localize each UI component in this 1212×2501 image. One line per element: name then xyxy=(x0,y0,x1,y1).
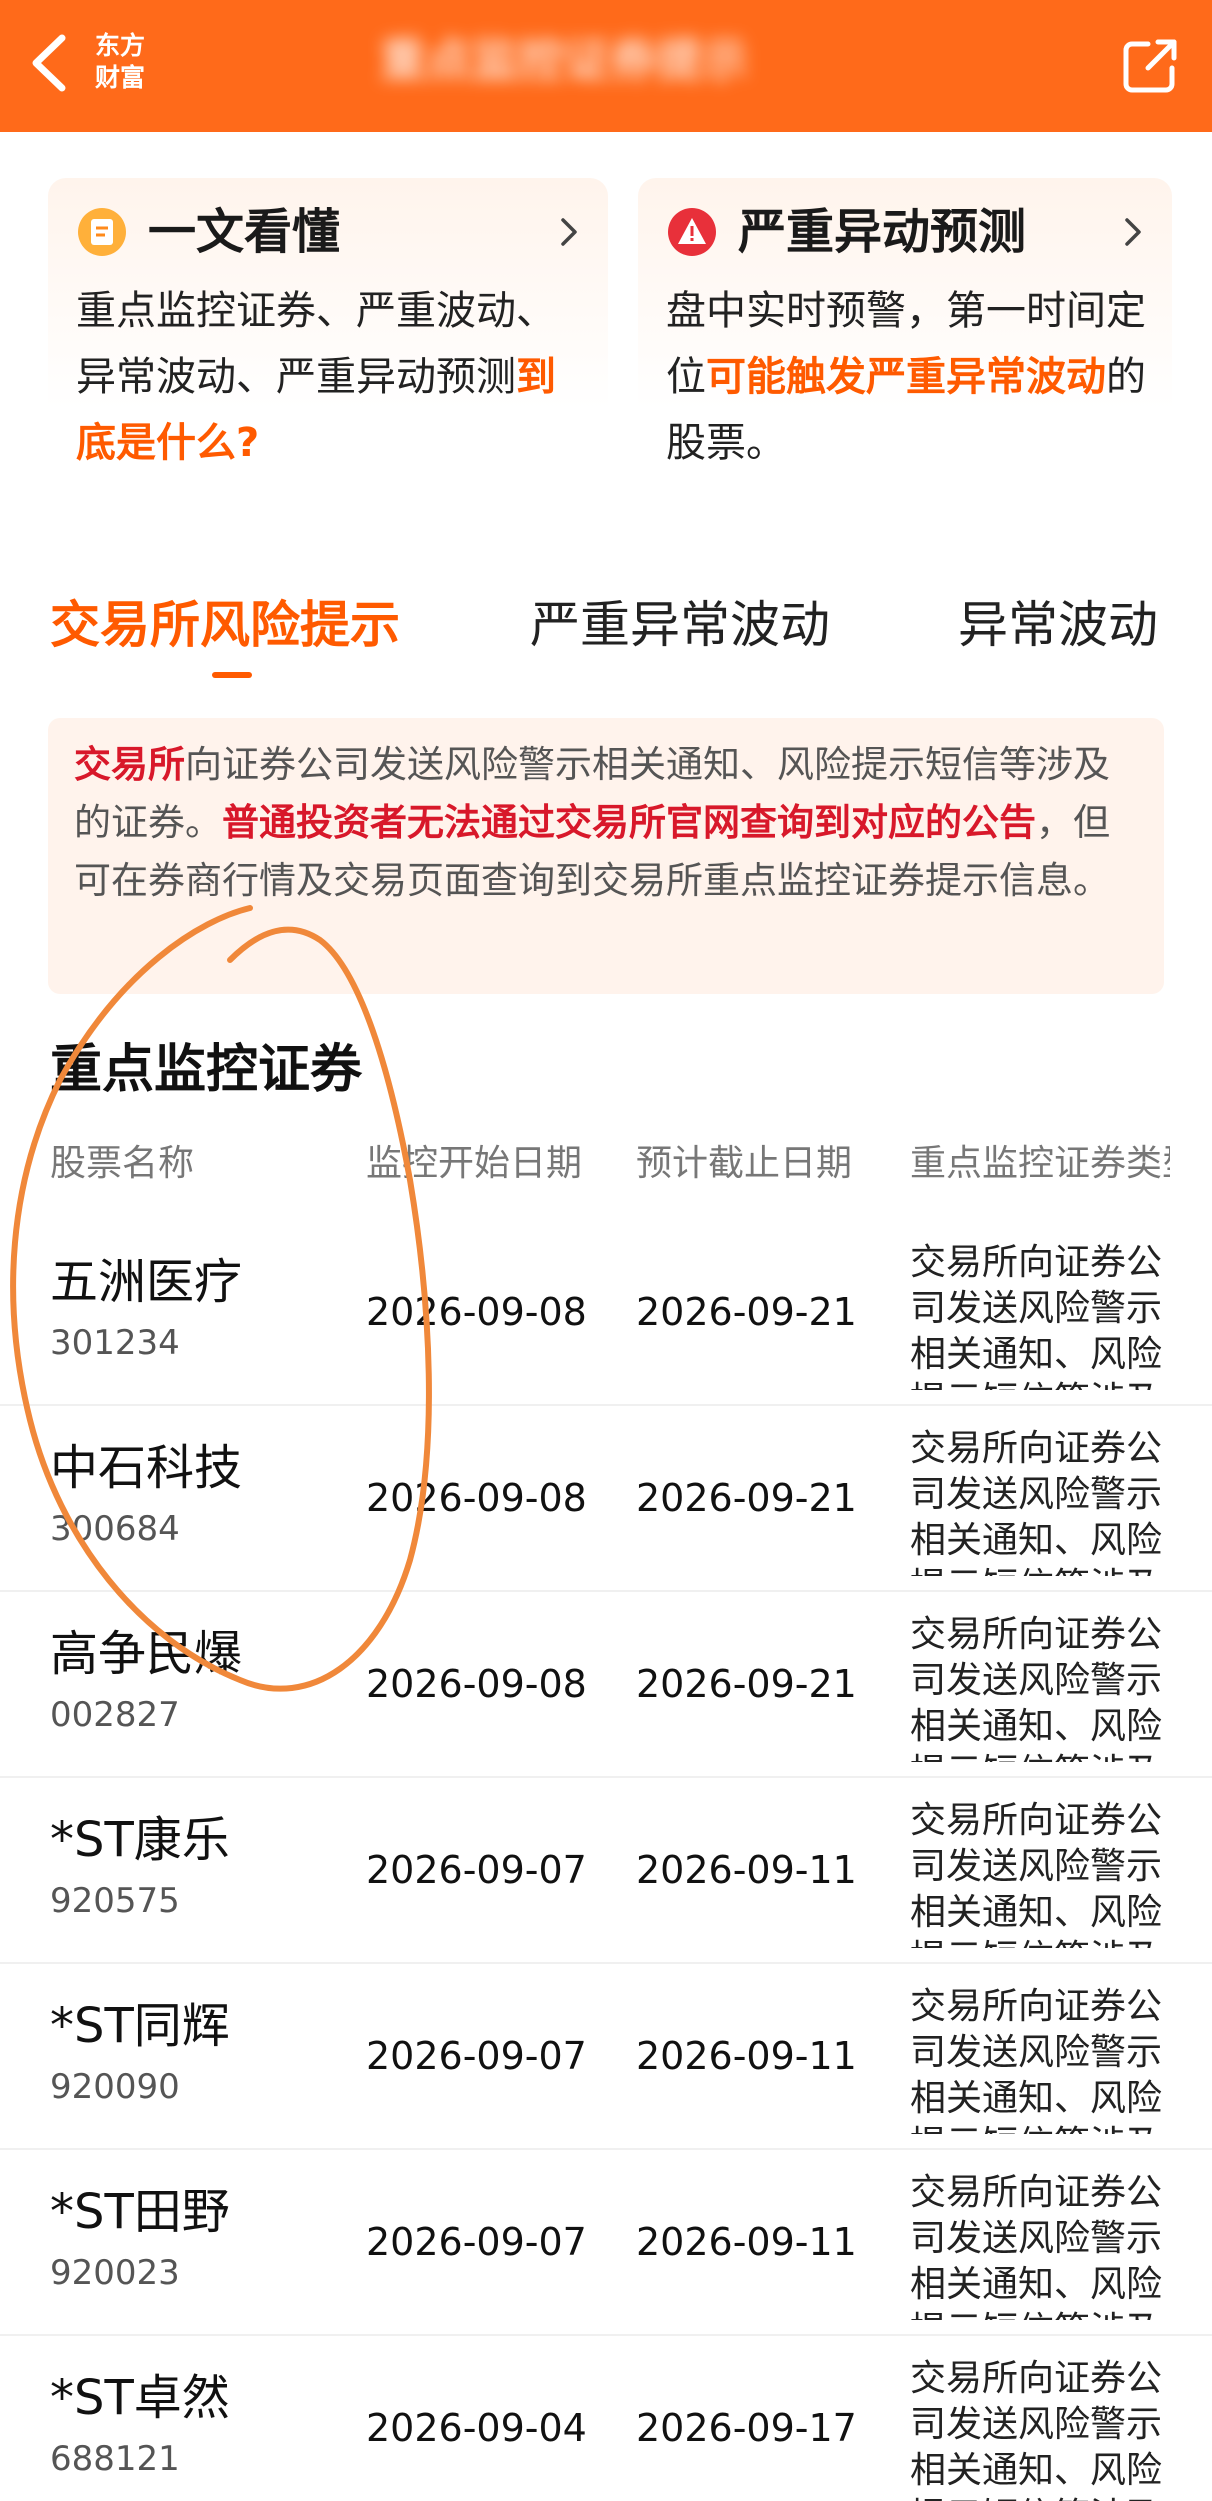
back-button[interactable] xyxy=(22,28,82,98)
end-date: 2026-09-21 xyxy=(636,1290,857,1334)
stock-name: *ST卓然 xyxy=(50,2370,230,2426)
end-date: 2026-09-11 xyxy=(636,1848,857,1892)
stock-code: 002827 xyxy=(50,1695,180,1735)
start-date: 2026-09-07 xyxy=(366,1848,587,1892)
explainer-body-text: 重点监控证券、严重波动、异常波动、严重异动预测 xyxy=(76,288,556,400)
tab-severe-abnormal[interactable]: 严重异常波动 xyxy=(530,590,830,660)
app-header: 东方 财富 重点监控证券提示 xyxy=(0,0,1212,132)
stock-code: 920090 xyxy=(50,2067,180,2107)
stock-name: 五洲医疗 xyxy=(50,1254,243,1310)
chevron-left-icon xyxy=(32,34,66,92)
table-row[interactable]: *ST同辉 920090 2026-09-07 2026-09-11 交易所向证… xyxy=(0,1964,1212,2150)
tab-exchange-risk[interactable]: 交易所风险提示 xyxy=(50,590,400,660)
page: 东方 财富 重点监控证券提示 一文看懂 重点监控证券、严重波动、异常波动、严重异… xyxy=(0,0,1212,2501)
alert-icon xyxy=(666,206,718,258)
table-row[interactable]: 高争民爆 002827 2026-09-08 2026-09-21 交易所向证券… xyxy=(0,1592,1212,1778)
stock-code: 920575 xyxy=(50,1881,180,1921)
table-row[interactable]: *ST田野 920023 2026-09-07 2026-09-11 交易所向证… xyxy=(0,2150,1212,2336)
start-date: 2026-09-08 xyxy=(366,1290,587,1334)
risk-notice: 交易所向证券公司发送风险警示相关通知、风险提示短信等涉及的证券。普通投资者无法通… xyxy=(48,718,1164,994)
stock-code: 300684 xyxy=(50,1509,180,1549)
monitor-type: 交易所向证券公司发送风险警示相关通知、风险提示短信等涉及的证券 xyxy=(910,1242,1163,1390)
share-icon xyxy=(1123,39,1177,93)
brand-line-1: 东方 xyxy=(95,31,146,60)
stock-code: 688121 xyxy=(50,2439,180,2479)
stock-name: *ST田野 xyxy=(50,2184,230,2240)
tab-abnormal[interactable]: 异常波动 xyxy=(958,590,1158,660)
prediction-body-highlight: 可能触发严重异常波动 xyxy=(706,354,1106,400)
end-date: 2026-09-11 xyxy=(636,2034,857,2078)
end-date: 2026-09-21 xyxy=(636,1476,857,1520)
end-date: 2026-09-17 xyxy=(636,2406,857,2450)
stock-name: *ST同辉 xyxy=(50,1998,230,2054)
monitor-type: 交易所向证券公司发送风险警示相关通知、风险提示短信等涉及的证券 xyxy=(910,2172,1163,2320)
tab-bar: 交易所风险提示 严重异常波动 异常波动 xyxy=(0,570,1212,690)
stock-code: 301234 xyxy=(50,1323,180,1363)
chevron-right-icon xyxy=(554,214,584,250)
table-row[interactable]: 中石科技 300684 2026-09-08 2026-09-21 交易所向证券… xyxy=(0,1406,1212,1592)
share-button[interactable] xyxy=(1118,34,1182,98)
monitor-type: 交易所向证券公司发送风险警示相关通知、风险提示短信等涉及的证券 xyxy=(910,1800,1163,1948)
start-date: 2026-09-07 xyxy=(366,2220,587,2264)
page-title: 重点监控证券提示 xyxy=(380,33,748,87)
prediction-card-body: 盘中实时预警，第一时间定位可能触发严重异常波动的股票。 xyxy=(666,278,1148,476)
notice-exchange: 交易所 xyxy=(74,743,185,786)
table-row[interactable]: *ST卓然 688121 2026-09-04 2026-09-17 交易所向证… xyxy=(0,2336,1212,2501)
stock-name: 中石科技 xyxy=(50,1440,243,1496)
stock-name: 高争民爆 xyxy=(50,1626,243,1682)
brand-line-2: 财富 xyxy=(95,63,146,92)
chevron-right-icon xyxy=(1118,214,1148,250)
prediction-card-title: 严重异动预测 xyxy=(738,204,1027,260)
end-date: 2026-09-21 xyxy=(636,1662,857,1706)
active-tab-indicator xyxy=(212,672,252,678)
start-date: 2026-09-07 xyxy=(366,2034,587,2078)
prediction-card[interactable]: 严重异动预测 盘中实时预警，第一时间定位可能触发严重异常波动的股票。 xyxy=(638,178,1172,508)
stock-name: *ST康乐 xyxy=(50,1812,230,1868)
monitor-type: 交易所向证券公司发送风险警示相关通知、风险提示短信等涉及的证券 xyxy=(910,1614,1163,1762)
column-header-start-date: 监控开始日期 xyxy=(366,1143,583,1184)
monitor-type: 交易所向证券公司发送风险警示相关通知、风险提示短信等涉及的证券 xyxy=(910,1986,1163,2134)
notice-warning: 普通投资者无法通过交易所官网查询到对应的公告 xyxy=(222,801,1036,844)
column-header-end-date: 预计截止日期 xyxy=(636,1143,853,1184)
brand-logo: 东方 财富 xyxy=(95,30,155,94)
table-row[interactable]: 五洲医疗 301234 2026-09-08 2026-09-21 交易所向证券… xyxy=(0,1220,1212,1406)
start-date: 2026-09-08 xyxy=(366,1662,587,1706)
column-header-name: 股票名称 xyxy=(50,1143,195,1184)
end-date: 2026-09-11 xyxy=(636,2220,857,2264)
document-icon xyxy=(76,206,128,258)
explainer-card-title: 一文看懂 xyxy=(148,204,341,260)
explainer-card-body: 重点监控证券、严重波动、异常波动、严重异动预测到底是什么? xyxy=(76,278,584,476)
start-date: 2026-09-08 xyxy=(366,1476,587,1520)
start-date: 2026-09-04 xyxy=(366,2406,587,2450)
section-title: 重点监控证券 xyxy=(50,1040,363,1100)
table-row[interactable]: *ST康乐 920575 2026-09-07 2026-09-11 交易所向证… xyxy=(0,1778,1212,1964)
column-header-type: 重点监控证券类型 xyxy=(910,1143,1170,1184)
explainer-card[interactable]: 一文看懂 重点监控证券、严重波动、异常波动、严重异动预测到底是什么? xyxy=(48,178,608,508)
monitor-type: 交易所向证券公司发送风险警示相关通知、风险提示短信等涉及的证券 xyxy=(910,2358,1163,2501)
monitor-type: 交易所向证券公司发送风险警示相关通知、风险提示短信等涉及的证券 xyxy=(910,1428,1163,1576)
stock-code: 920023 xyxy=(50,2253,180,2293)
